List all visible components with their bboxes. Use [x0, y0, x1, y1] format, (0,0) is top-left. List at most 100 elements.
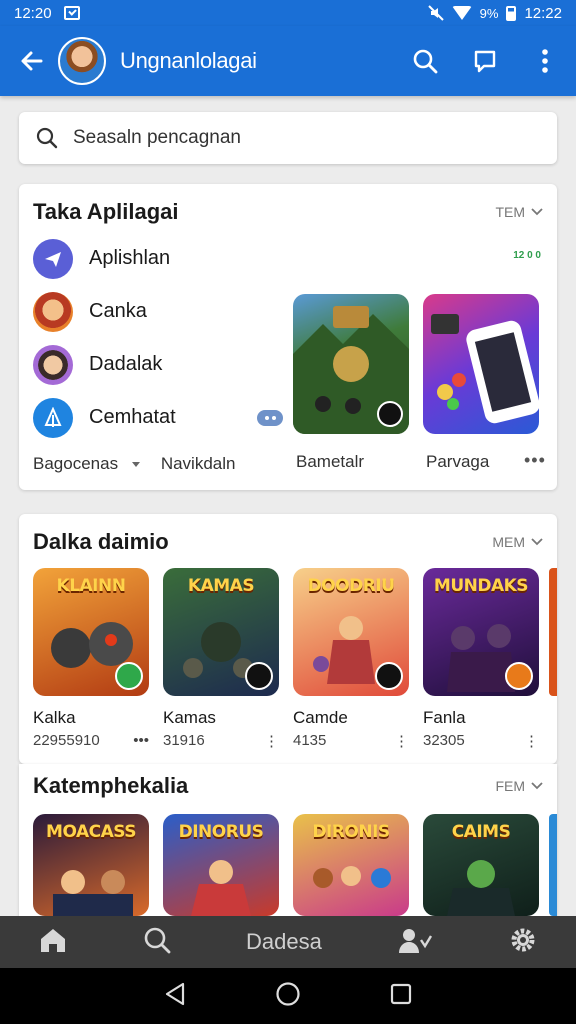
search-icon[interactable] [410, 46, 440, 76]
character-avatar-icon [33, 344, 73, 385]
search-icon [36, 127, 58, 149]
navigation-link[interactable]: Navikdaln [161, 454, 236, 474]
status-badge: 12 0 0 [513, 250, 541, 261]
game-art-image: DINORUS [163, 814, 279, 916]
back-triangle-icon[interactable] [164, 982, 186, 1011]
status-clock: 12:22 [524, 4, 562, 22]
chat-bubble-icon [257, 409, 283, 426]
list-item[interactable]: Cemhatat [33, 391, 283, 444]
game-card[interactable]: DINORUS [163, 814, 279, 916]
avatar[interactable] [58, 37, 106, 85]
game-art-image[interactable] [549, 814, 557, 916]
list-item-label: Cemhatat [89, 406, 176, 428]
category-section: Katemphekalia FEM MOACASS DINORUS DIRONI… [19, 764, 557, 934]
filter-label: Bagocenas [33, 454, 119, 473]
more-vert-icon[interactable] [530, 46, 560, 76]
see-more-button[interactable]: FEM [495, 778, 543, 794]
phone-app-image [431, 314, 539, 424]
game-title: Camde [293, 708, 348, 727]
character-avatar-icon [33, 291, 73, 332]
game-badge-icon [115, 662, 143, 690]
see-more-label: MEM [492, 534, 525, 550]
app-tile-puzzle[interactable] [423, 294, 539, 434]
game-art-image: DOODRIU [293, 568, 409, 696]
see-more-label: FEM [495, 778, 525, 794]
list-item-label: Canka [89, 300, 147, 322]
search-placeholder: Seasaln pencagnan [73, 127, 241, 148]
see-more-button[interactable]: TEM [495, 204, 543, 220]
notification-icon [63, 6, 80, 20]
section-title: Dalka daimio [33, 529, 169, 554]
filter-dropdown[interactable]: Bagocenas [33, 454, 141, 474]
download-count: 4135 [293, 732, 327, 749]
list-item[interactable]: Aplishlan [33, 232, 283, 285]
game-art-image[interactable] [549, 568, 557, 696]
game-art-image: KAMAS [163, 568, 279, 696]
bottom-navigation: Dadesa [0, 916, 576, 968]
app-list: Aplishlan Canka Dadalak Cemhatat [33, 232, 283, 444]
game-art-image: CAIMS [423, 814, 539, 916]
battery-percent: 9% [479, 5, 499, 21]
chevron-down-icon [531, 208, 543, 216]
game-art-image: DIRONIS [293, 814, 409, 916]
top-apps-card: Taka Aplilagai TEM 12 0 0 Aplishlan Cank… [19, 184, 557, 490]
download-count: 32305 [423, 732, 465, 749]
tile-label: Parvaga [426, 452, 490, 471]
game-card[interactable]: KAMAS Kamas 31916 ⋮ [163, 568, 279, 750]
game-badge-icon [245, 662, 273, 690]
system-navigation-bar [0, 968, 576, 1024]
game-card[interactable]: MOACASS [33, 814, 149, 916]
recents-square-icon[interactable] [390, 983, 412, 1010]
settings-gear-icon[interactable] [508, 925, 538, 960]
tile-label: Bametalr [296, 452, 365, 471]
game-card[interactable]: DOODRIU Camde 4135 ⋮ [293, 568, 409, 750]
list-item[interactable]: Dadalak [33, 338, 283, 391]
section-title: Katemphekalia [33, 773, 189, 798]
game-art-image [293, 306, 409, 434]
nav-item-label[interactable]: Dadesa [246, 929, 322, 955]
tree-icon [33, 397, 73, 438]
comment-icon[interactable] [470, 46, 500, 76]
section-title: Taka Aplilagai [33, 199, 179, 224]
games-section: Dalka daimio MEM KLAINN Kalka 22955910 •… [19, 514, 557, 764]
mute-icon [427, 5, 444, 21]
see-more-button[interactable]: MEM [492, 534, 543, 550]
game-card[interactable]: CAIMS [423, 814, 539, 916]
status-time: 12:20 [14, 4, 52, 22]
bottom-links: Bagocenas Navikdaln [33, 454, 235, 474]
game-card[interactable]: KLAINN Kalka 22955910 ••• [33, 568, 149, 749]
game-art-image: MOACASS [33, 814, 149, 916]
back-arrow-icon[interactable] [16, 45, 48, 77]
profile-icon[interactable] [397, 926, 433, 959]
game-title: Fanla [423, 708, 466, 727]
chevron-down-icon [531, 782, 543, 790]
game-art-image: MUNDAKS [423, 568, 539, 696]
chevron-down-icon [131, 462, 140, 467]
screen: 12:20 9% 12:22 Ungnanlolagai Seasaln pen… [0, 0, 576, 1024]
paper-plane-icon [33, 238, 73, 279]
list-item-label: Dadalak [89, 353, 163, 375]
game-title: Kalka [33, 708, 76, 727]
app-tile-adventure[interactable] [293, 294, 409, 434]
wifi-icon [451, 6, 472, 20]
battery-icon [506, 5, 517, 21]
status-bar: 12:20 9% 12:22 [0, 0, 576, 26]
home-circle-icon[interactable] [275, 981, 301, 1012]
game-card[interactable]: DIRONIS [293, 814, 409, 916]
chevron-down-icon [531, 538, 543, 546]
more-vert-icon[interactable]: ⋮ [394, 732, 409, 750]
game-badge-icon [505, 662, 533, 690]
more-vert-icon[interactable]: ⋮ [264, 732, 279, 750]
more-horiz-icon[interactable]: ••• [524, 450, 546, 471]
search-input[interactable]: Seasaln pencagnan [19, 112, 557, 164]
download-count: 31916 [163, 732, 205, 749]
more-horiz-icon[interactable]: ••• [133, 732, 149, 749]
home-icon[interactable] [38, 926, 68, 959]
app-bar: Ungnanlolagai [0, 26, 576, 96]
game-badge-icon [375, 662, 403, 690]
more-vert-icon[interactable]: ⋮ [524, 732, 539, 750]
game-card[interactable]: MUNDAKS Fanla 32305 ⋮ [423, 568, 539, 750]
list-item[interactable]: Canka [33, 285, 283, 338]
search-icon[interactable] [143, 926, 171, 959]
page-title: Ungnanlolagai [120, 48, 257, 73]
